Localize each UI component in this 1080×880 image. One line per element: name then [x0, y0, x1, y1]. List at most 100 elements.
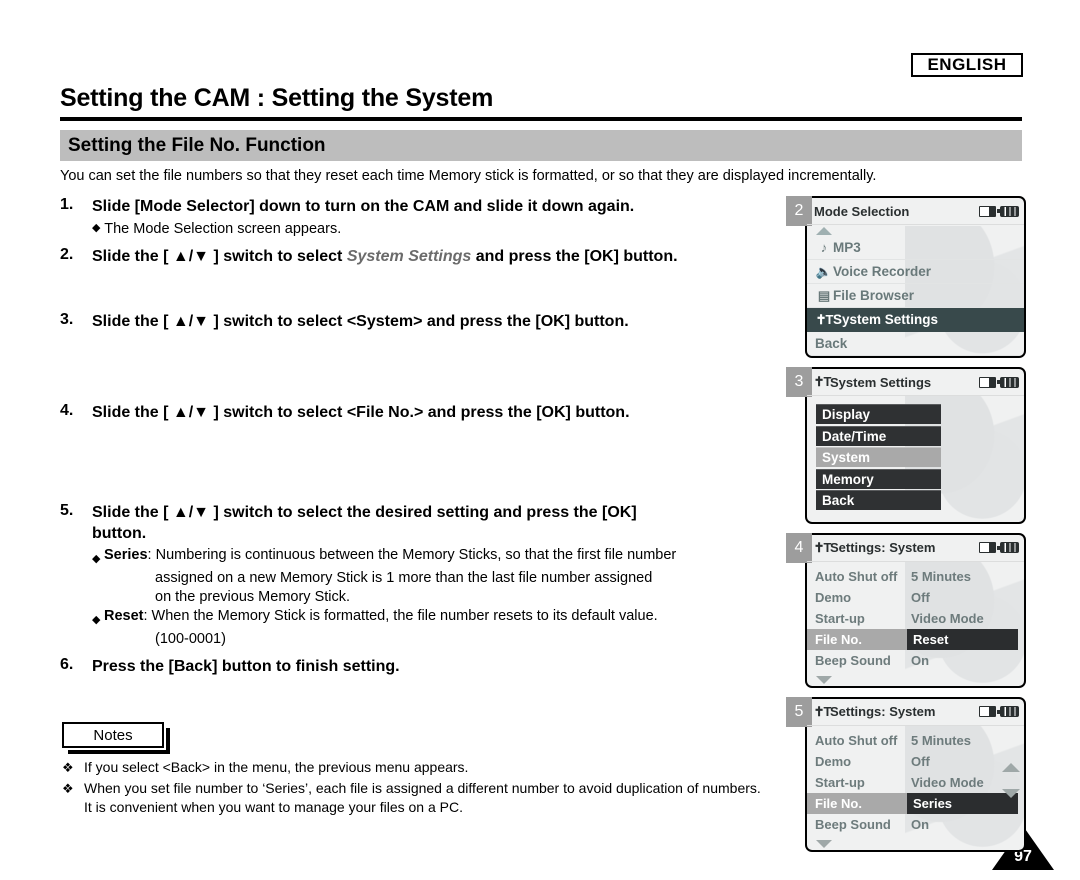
settings-row-label: Auto Shut off	[815, 732, 898, 748]
lcd-titlebar: Mode Selection	[807, 198, 1024, 225]
settings-row-value: On	[911, 816, 930, 832]
settings-row-value: Video Mode	[911, 610, 984, 626]
mode-item-label: MP3	[833, 240, 861, 255]
step-1-number: 1.	[60, 196, 74, 213]
mode-item-label: Voice Recorder	[833, 264, 932, 279]
definition-series-cont-1: assigned on a new Memory Stick is 1 more…	[155, 570, 653, 586]
lcd-status-icons	[979, 376, 1019, 388]
microphone-icon: 🔈	[815, 263, 833, 279]
definition-reset-term: Reset	[104, 608, 144, 624]
settings-button-display[interactable]: Display	[816, 404, 941, 424]
settings-row-label: Auto Shut off	[815, 568, 898, 584]
tools-icon: ✝T	[813, 374, 832, 389]
definition-series-term: Series	[104, 547, 148, 563]
settings-button-memory[interactable]: Memory	[816, 468, 941, 489]
diamond-bullet-icon: ◆	[92, 553, 101, 565]
lcd-status-icons	[979, 542, 1019, 553]
step-1-subnote: ◆ The Mode Selection screen appears.	[92, 217, 790, 239]
note-item-text: If you select <Back> in the menu, the pr…	[84, 759, 469, 775]
lcd-titlebar: ✝T Settings: System	[807, 535, 1024, 562]
tools-icon: ✝T	[813, 539, 832, 555]
note-bullet-icon: ❖	[62, 781, 74, 796]
step-1-subnote-text: The Mode Selection screen appears.	[104, 221, 342, 237]
lcd-frame: ✝T Settings: System Auto Shut off 5 Minu…	[805, 696, 1026, 852]
lcd-frame: ✝T System Settings Display Date/Time Sys…	[805, 367, 1026, 524]
note-item-text: When you set file number to ‘Series’, ea…	[84, 780, 761, 815]
step-5: 5. Slide the [ ▲/▼ ] switch to select th…	[60, 502, 790, 649]
document-icon: ▤	[817, 287, 831, 303]
memory-card-icon	[979, 205, 996, 217]
settings-button-system[interactable]: System	[816, 447, 941, 467]
intro-paragraph: You can set the file numbers so that the…	[60, 168, 877, 184]
settings-row-value: On	[911, 652, 930, 668]
settings-row-file-no[interactable]: File No. Series	[807, 792, 1024, 814]
mode-selection-list: ♪ MP3 🔈 Voice Recorder ▤ File Browser ✝T…	[807, 225, 1024, 356]
settings-row-start-up[interactable]: Start-up Video Mode	[807, 772, 1024, 793]
step-3: 3. Slide the [ ▲/▼ ] switch to select <S…	[60, 311, 790, 332]
section-title: Setting the File No. Function	[68, 134, 326, 156]
page-title: Setting the CAM : Setting the System	[60, 84, 494, 112]
mode-item-back[interactable]: Back	[807, 332, 1024, 356]
step-1-text: Slide [Mode Selector] down to turn on th…	[92, 198, 635, 215]
step-5-number: 5.	[60, 502, 74, 519]
memory-card-icon	[979, 376, 996, 388]
mode-item-label: Back	[815, 336, 848, 351]
settings-row-label: File No.	[807, 792, 907, 814]
settings-button-label: System	[822, 450, 871, 465]
settings-row-label: File No.	[807, 628, 907, 650]
title-divider	[60, 117, 1022, 121]
mode-item-mp3[interactable]: ♪ MP3	[807, 236, 1024, 260]
settings-row-value: Off	[911, 589, 930, 605]
settings-row-label: Beep Sound	[815, 816, 891, 832]
scroll-arrows[interactable]	[1002, 762, 1020, 798]
settings-row-auto-shut-off[interactable]: Auto Shut off 5 Minutes	[807, 566, 1024, 587]
mode-item-system-settings[interactable]: ✝T System Settings	[807, 308, 1024, 332]
definition-reset: ◆ Reset: When the Memory Stick is format…	[92, 607, 790, 630]
settings-button-label: Back	[822, 493, 855, 508]
scroll-down-indicator[interactable]	[807, 835, 1024, 850]
settings-button-date-time[interactable]: Date/Time	[816, 425, 941, 446]
settings-row-auto-shut-off[interactable]: Auto Shut off 5 Minutes	[807, 730, 1024, 751]
chevron-down-icon	[816, 675, 832, 684]
step-3-text: Slide the [ ▲/▼ ] switch to select <Syst…	[92, 313, 629, 330]
definition-series-cont-2: on the previous Memory Stick.	[155, 589, 351, 605]
scroll-up-indicator[interactable]	[807, 225, 1024, 236]
language-badge: ENGLISH	[911, 53, 1023, 77]
tools-icon: ✝T	[815, 311, 834, 327]
step-2: 2. Slide the [ ▲/▼ ] switch to select Sy…	[60, 246, 790, 267]
lcd-frame: ✝T Settings: System Auto Shut off 5 Minu…	[805, 532, 1026, 688]
definition-series: ◆ Series: Numbering is continuous betwee…	[92, 546, 790, 569]
step-4-text: Slide the [ ▲/▼ ] switch to select <File…	[92, 404, 630, 421]
settings-row-demo[interactable]: Demo Off	[807, 587, 1024, 608]
settings-button-label: Memory	[822, 471, 874, 487]
settings-row-beep-sound[interactable]: Beep Sound On	[807, 650, 1024, 671]
device-screenshot-column: 2 Mode Selection ♪ MP3 🔈 Voice Recorder	[786, 196, 1026, 861]
settings-row-value: 5 Minutes	[911, 732, 971, 748]
step-1: 1. Slide [Mode Selector] down to turn on…	[60, 196, 790, 239]
music-note-icon: ♪	[820, 240, 828, 255]
mode-item-voice-recorder[interactable]: 🔈 Voice Recorder	[807, 260, 1024, 284]
settings-row-label: Start-up	[815, 774, 865, 790]
definition-reset-body: : When the Memory Stick is formatted, th…	[143, 608, 658, 624]
chevron-down-icon[interactable]	[1002, 788, 1020, 798]
scroll-down-indicator[interactable]	[807, 671, 1024, 686]
chevron-up-icon[interactable]	[1002, 762, 1020, 772]
settings-row-file-no[interactable]: File No. Reset	[807, 628, 1024, 650]
settings-row-value: 5 Minutes	[911, 568, 971, 584]
notes-label: Notes	[93, 726, 133, 744]
note-item: ❖ If you select <Back> in the menu, the …	[62, 758, 762, 777]
settings-row-beep-sound[interactable]: Beep Sound On	[807, 814, 1024, 835]
step-5-definitions: ◆ Series: Numbering is continuous betwee…	[92, 544, 790, 649]
settings-button-back[interactable]: Back	[816, 490, 941, 510]
settings-row-start-up[interactable]: Start-up Video Mode	[807, 608, 1024, 629]
lcd-titlebar: ✝T System Settings	[807, 369, 1024, 396]
mode-item-label: System Settings	[833, 312, 939, 327]
settings-row-list: Auto Shut off 5 Minutes Demo Off Start-u…	[807, 726, 1024, 835]
settings-button-label: Date/Time	[822, 428, 887, 444]
step-4-number: 4.	[60, 402, 74, 419]
step-2-text: Slide the [ ▲/▼ ] switch to select Syste…	[92, 246, 678, 267]
settings-row-demo[interactable]: Demo Off	[807, 751, 1024, 772]
diamond-bullet-icon: ◆	[92, 222, 101, 234]
memory-card-icon	[979, 542, 996, 553]
mode-item-file-browser[interactable]: ▤ File Browser	[807, 284, 1024, 308]
